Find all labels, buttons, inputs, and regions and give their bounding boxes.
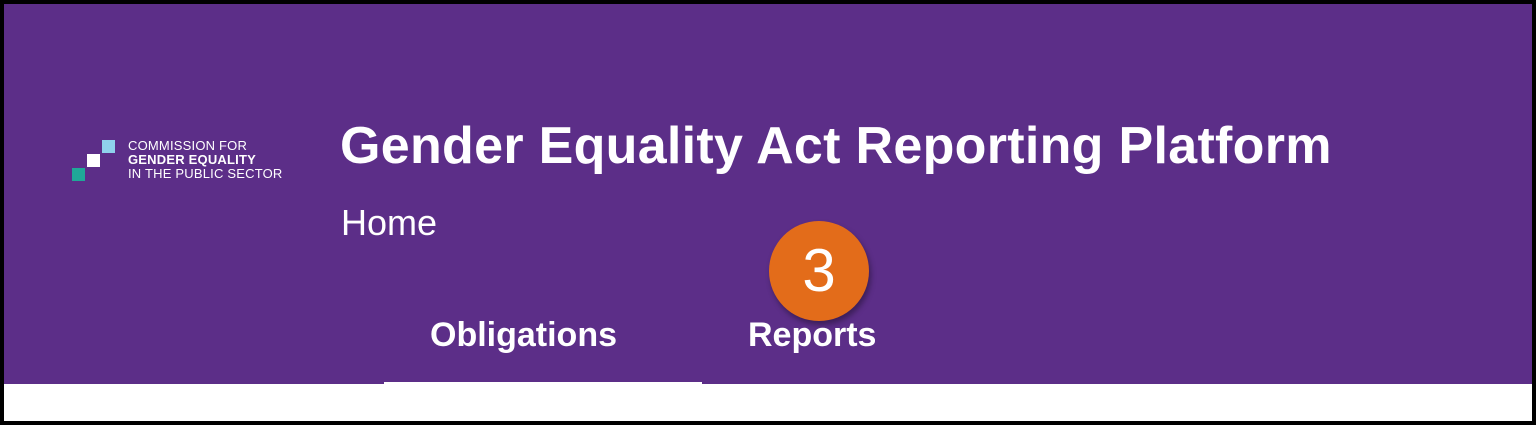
tab-reports[interactable]: Reports (748, 316, 876, 355)
active-tab-indicator (384, 382, 702, 386)
tab-obligations[interactable]: Obligations (430, 316, 617, 355)
logo-line-1: COMMISSION FOR (128, 138, 248, 153)
logo-squares-icon (72, 137, 122, 187)
step-number-badge: 3 (769, 221, 869, 321)
site-header: COMMISSION FOR GENDER EQUALITY IN THE PU… (4, 4, 1532, 386)
logo-line-2: GENDER EQUALITY (128, 152, 256, 167)
page-title: Gender Equality Act Reporting Platform (340, 117, 1332, 175)
breadcrumb-home[interactable]: Home (341, 202, 437, 244)
screenshot-frame: COMMISSION FOR GENDER EQUALITY IN THE PU… (0, 0, 1536, 425)
logo-text: COMMISSION FOR GENDER EQUALITY IN THE PU… (128, 139, 283, 181)
commission-logo[interactable]: COMMISSION FOR GENDER EQUALITY IN THE PU… (72, 137, 322, 189)
logo-line-3: IN THE PUBLIC SECTOR (128, 166, 283, 181)
